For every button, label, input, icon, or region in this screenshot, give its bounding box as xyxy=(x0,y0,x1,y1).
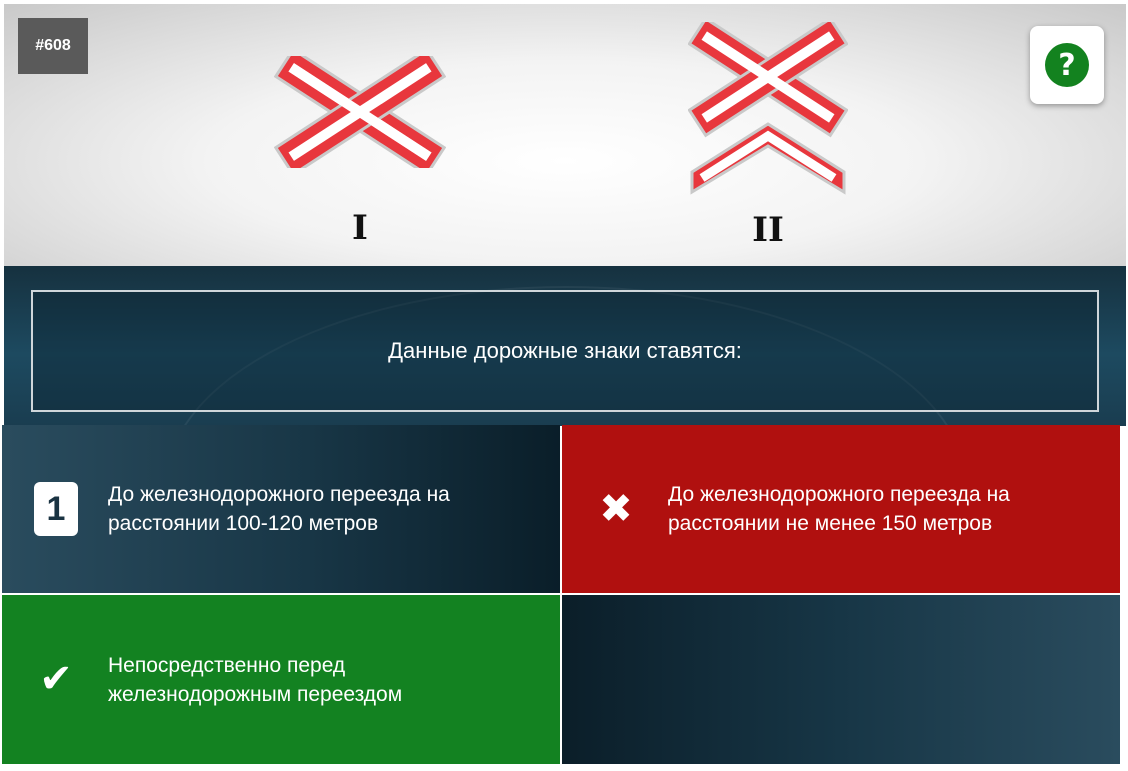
check-glyph: ✔ xyxy=(39,656,73,702)
answer-option-2-wrong[interactable]: ✖ До железнодорожного переезда на рассто… xyxy=(562,425,1120,593)
cross-glyph: ✖ xyxy=(599,486,633,532)
sign-label-1: I xyxy=(352,208,368,248)
multi-track-crossing-sign xyxy=(688,22,848,195)
number-1-icon: 1 xyxy=(34,482,78,536)
answer-option-empty xyxy=(562,595,1120,764)
cross-icon: ✖ xyxy=(594,482,638,536)
answer-number-badge: 1 xyxy=(34,482,78,536)
question-text: Данные дорожные знаки ставятся: xyxy=(388,338,742,363)
answer-text xyxy=(668,595,1088,764)
answer-option-1[interactable]: 1 До железнодорожного переезда на рассто… xyxy=(2,425,560,593)
check-icon: ✔ xyxy=(34,652,78,706)
question-box: Данные дорожные знаки ставятся: xyxy=(31,290,1099,412)
answer-option-3-correct[interactable]: ✔ Непосредственно перед железнодорожным … xyxy=(2,595,560,764)
question-number-badge: #608 xyxy=(18,18,88,74)
answer-text: До железнодорожного переезда на расстоян… xyxy=(668,483,1010,535)
question-image: #608 I II ? xyxy=(4,4,1126,266)
question-panel: Данные дорожные знаки ставятся: xyxy=(4,266,1126,426)
help-button[interactable]: ? xyxy=(1030,26,1104,104)
answer-text: Непосредственно перед железнодорожным пе… xyxy=(108,653,403,706)
answer-text: До железнодорожного переезда на расстоян… xyxy=(108,483,450,535)
question-mark-icon: ? xyxy=(1045,43,1089,87)
sign-label-2: II xyxy=(752,210,784,250)
single-track-crossing-sign xyxy=(274,56,446,168)
